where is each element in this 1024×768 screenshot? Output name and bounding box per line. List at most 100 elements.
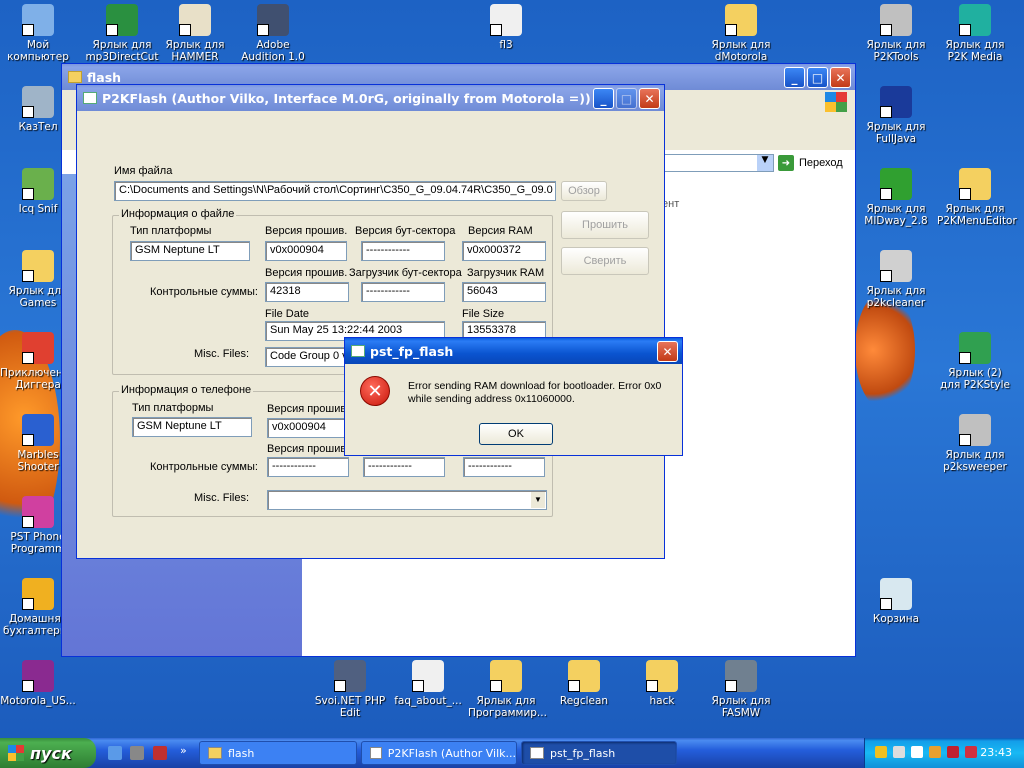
desktop-icon[interactable]: Svoi.NET PHP Edit <box>312 660 388 719</box>
quicklaunch-overflow-icon[interactable]: » <box>180 744 187 757</box>
shortcut-icon <box>490 660 522 692</box>
error-dialog: pst_fp_flash ✕ ✕ Error sending RAM downl… <box>344 337 683 456</box>
desktop-icon[interactable]: Ярлык для p2ksweeper <box>937 414 1013 473</box>
task-pst-fp-flash[interactable]: pst_fp_flash <box>521 741 677 765</box>
verify-button[interactable]: Сверить <box>561 247 649 275</box>
taskbar: пуск » flash P2KFlash (Author Vilk... ps… <box>0 738 1024 768</box>
task-flash[interactable]: flash <box>199 741 357 765</box>
system-tray: 23:43 <box>864 738 1024 768</box>
ok-button[interactable]: OK <box>479 423 553 445</box>
p2kflash-title: P2KFlash (Author Vilko, Interface M.0rG,… <box>102 90 591 106</box>
file-size-label: File Size <box>462 308 505 320</box>
p2kflash-titlebar[interactable]: P2KFlash (Author Vilko, Interface M.0rG,… <box>77 85 664 111</box>
shortcut-icon <box>646 660 678 692</box>
desktop-icon[interactable]: Ярлык для Программир... <box>468 660 547 719</box>
shortcut-icon <box>22 660 54 692</box>
quicklaunch-media-icon[interactable] <box>153 746 167 760</box>
boot-ver-field: ------------ <box>361 241 445 261</box>
flash-button[interactable]: Прошить <box>561 211 649 239</box>
phone-cs1-field: ------------ <box>267 457 349 477</box>
desktop-icon[interactable]: Ярлык (2) для P2KStyle <box>937 332 1013 391</box>
browse-button[interactable]: Обзор <box>561 181 607 201</box>
chevron-down-icon: ▼ <box>531 492 545 508</box>
shortcut-icon <box>22 86 54 118</box>
desktop-icon[interactable]: Ярлык для mp3DirectCut <box>84 4 160 63</box>
desktop-icon[interactable]: Ярлык для FullJava <box>858 86 934 145</box>
shortcut-icon <box>334 660 366 692</box>
phone-fw-ver-field: v0x000904 <box>267 418 349 438</box>
close-button[interactable]: ✕ <box>639 88 660 109</box>
shortcut-icon <box>490 4 522 36</box>
ram-loader-label: Загрузчик RAM <box>467 267 545 279</box>
folder-icon <box>68 71 82 83</box>
desktop-icon[interactable]: Ярлык для p2kcleaner <box>858 250 934 309</box>
close-button[interactable]: ✕ <box>657 341 678 362</box>
desktop-icon[interactable]: Ярлык для P2KTools <box>858 4 934 63</box>
desktop-icon[interactable]: Корзина <box>858 578 934 625</box>
tool-icon[interactable] <box>929 746 941 758</box>
address-dropdown[interactable]: ▼ <box>662 154 774 172</box>
chevron-down-icon: ▼ <box>757 155 773 171</box>
shortcut-icon <box>880 86 912 118</box>
shortcut-icon <box>106 4 138 36</box>
shortcut-icon <box>22 496 54 528</box>
phone-misc-files-select[interactable]: ▼ <box>267 490 547 510</box>
desktop-icon[interactable]: Motorola_US... <box>0 660 76 707</box>
maximize-button: □ <box>616 88 637 109</box>
boot-ver-label: Версия бут-сектора <box>355 225 456 237</box>
phone-cs3-field: ------------ <box>463 457 545 477</box>
fw-cs-label: Версия прошив. <box>265 267 348 279</box>
quicklaunch-tool-icon[interactable] <box>130 746 144 760</box>
phone-platform-label: Тип платформы <box>132 402 214 414</box>
app-icon <box>530 747 544 759</box>
close-button[interactable]: ✕ <box>830 67 851 88</box>
shortcut-icon <box>22 414 54 446</box>
maximize-button[interactable]: □ <box>807 67 828 88</box>
security-icon[interactable] <box>965 746 977 758</box>
desktop-icon[interactable]: fl3 <box>468 4 544 51</box>
task-p2kflash[interactable]: P2KFlash (Author Vilk... <box>361 741 517 765</box>
shield-icon[interactable] <box>875 746 887 758</box>
app-icon <box>351 345 365 357</box>
quicklaunch-ie-icon[interactable] <box>108 746 122 760</box>
flag-icon[interactable] <box>911 746 923 758</box>
desktop-icon[interactable]: Regclean <box>546 660 622 707</box>
shortcut-icon <box>725 660 757 692</box>
antivirus-icon[interactable] <box>947 746 959 758</box>
shortcut-icon <box>725 4 757 36</box>
p2kflash-window: P2KFlash (Author Vilko, Interface M.0rG,… <box>76 84 665 559</box>
desktop-icon[interactable]: Adobe Audition 1.0 <box>235 4 311 63</box>
shortcut-icon <box>880 578 912 610</box>
minimize-button[interactable]: _ <box>593 88 614 109</box>
shortcut-icon <box>880 250 912 282</box>
platform-label: Тип платформы <box>130 225 212 237</box>
dialog-titlebar[interactable]: pst_fp_flash ✕ <box>345 338 682 364</box>
file-info-title: Информация о файле <box>119 208 237 220</box>
platform-field: GSM Neptune LT <box>130 241 250 261</box>
start-button[interactable]: пуск <box>0 738 96 768</box>
file-path-field[interactable]: C:\Documents and Settings\N\Рабочий стол… <box>114 181 556 201</box>
network-icon[interactable] <box>893 746 905 758</box>
desktop-icon[interactable]: Ярлык для FASMW <box>703 660 779 719</box>
desktop-icon[interactable]: Мой компьютер <box>0 4 76 63</box>
desktop-icon[interactable]: Ярлык для HAMMER <box>157 4 233 63</box>
misc-files-label: Misc. Files: <box>194 348 249 360</box>
shortcut-icon <box>179 4 211 36</box>
ram-ver-field: v0x000372 <box>462 241 546 261</box>
app-icon <box>83 92 97 104</box>
shortcut-icon <box>412 660 444 692</box>
dialog-title: pst_fp_flash <box>370 343 454 359</box>
shortcut-icon <box>959 332 991 364</box>
desktop-icon[interactable]: hack <box>624 660 700 707</box>
desktop-icon[interactable]: faq_about_... <box>390 660 466 707</box>
go-button[interactable]: ➜ Переход <box>778 154 856 172</box>
desktop-icon[interactable]: Ярлык для P2K Media <box>937 4 1013 63</box>
fw-ver-label: Версия прошив. <box>265 225 348 237</box>
ram-loader-field: 56043 <box>462 282 546 302</box>
desktop-icon[interactable]: Ярлык для dMotorola <box>703 4 779 63</box>
desktop-icon[interactable]: Ярлык для P2KMenuEditor <box>937 168 1017 227</box>
desktop-icon[interactable]: Ярлык для MIDway_2.8 <box>858 168 934 227</box>
shortcut-icon <box>880 4 912 36</box>
minimize-button[interactable]: _ <box>784 67 805 88</box>
phone-checksum-label: Контрольные суммы: <box>150 461 258 473</box>
